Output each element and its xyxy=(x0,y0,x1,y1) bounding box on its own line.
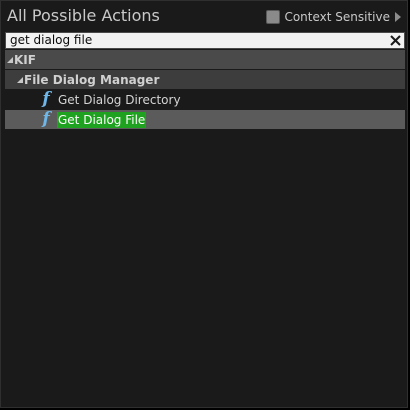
collapse-arrow-icon[interactable] xyxy=(17,76,23,83)
action-tree: KIF File Dialog Manager f Get Dialog Dir… xyxy=(5,50,405,130)
action-label: Get Dialog File xyxy=(57,111,147,128)
tree-category-file-dialog-manager[interactable]: File Dialog Manager xyxy=(5,70,405,89)
collapse-arrow-icon[interactable] xyxy=(7,56,13,63)
context-sensitive-toggle[interactable]: Context Sensitive xyxy=(266,9,401,25)
category-label: KIF xyxy=(14,52,36,67)
action-menu-header: All Possible Actions Context Sensitive xyxy=(1,1,407,33)
context-sensitive-label: Context Sensitive xyxy=(284,10,390,24)
action-label: Get Dialog Directory xyxy=(58,92,181,107)
function-icon: f xyxy=(42,109,50,129)
action-menu-panel: All Possible Actions Context Sensitive K… xyxy=(0,0,408,408)
search-box xyxy=(5,32,405,49)
tree-item-get-dialog-file[interactable]: f Get Dialog File xyxy=(5,110,405,129)
tree-category-kif[interactable]: KIF xyxy=(5,50,405,69)
panel-title: All Possible Actions xyxy=(7,6,160,25)
function-icon: f xyxy=(42,89,50,109)
context-sensitive-checkbox[interactable] xyxy=(266,10,281,24)
close-icon[interactable] xyxy=(388,33,403,48)
search-input[interactable] xyxy=(8,33,390,48)
tree-item-get-dialog-directory[interactable]: f Get Dialog Directory xyxy=(5,90,405,109)
expand-arrow-icon[interactable] xyxy=(395,12,401,22)
category-label: File Dialog Manager xyxy=(24,72,160,87)
